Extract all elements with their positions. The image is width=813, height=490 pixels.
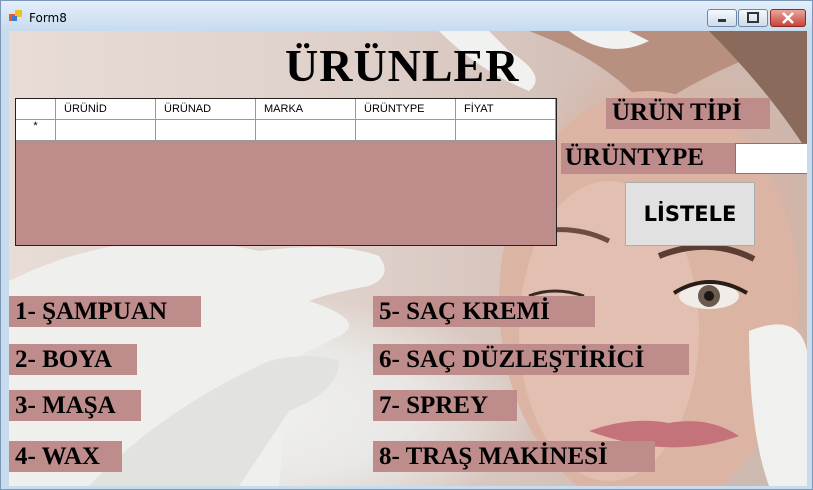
minimize-icon [718, 19, 726, 22]
category-label: 5- SAÇ KREMİ [373, 296, 595, 327]
column-header[interactable]: MARKA [256, 99, 356, 119]
close-icon [782, 12, 794, 24]
app-icon [9, 10, 22, 21]
window-title: Form8 [29, 11, 67, 25]
category-label: 8- TRAŞ MAKİNESİ [373, 441, 655, 472]
grid-new-row[interactable]: * [16, 120, 556, 141]
grid-cell[interactable] [256, 120, 356, 141]
list-button[interactable]: LİSTELE [625, 182, 755, 246]
column-header[interactable]: ÜRÜNTYPE [356, 99, 456, 119]
row-header-corner[interactable] [16, 99, 56, 119]
minimize-button[interactable] [707, 9, 737, 27]
page-title: ÜRÜNLER [285, 40, 520, 91]
product-type-input[interactable] [735, 143, 807, 174]
close-button[interactable] [770, 9, 806, 27]
product-type-heading: ÜRÜN TİPİ [606, 98, 770, 129]
category-label: 2- BOYA [9, 344, 137, 375]
category-label: 7- SPREY [373, 390, 517, 421]
grid-cell[interactable] [56, 120, 156, 141]
grid-cell[interactable] [156, 120, 256, 141]
maximize-button[interactable] [738, 9, 768, 27]
form-window: Form8 ÜRÜNLER ÜRÜNİD ÜRÜNAD MARKA ÜRÜNTY… [0, 0, 813, 490]
grid-cell[interactable] [456, 120, 556, 141]
form-client-area: ÜRÜNLER ÜRÜNİD ÜRÜNAD MARKA ÜRÜNTYPE FİY… [9, 31, 807, 486]
products-grid[interactable]: ÜRÜNİD ÜRÜNAD MARKA ÜRÜNTYPE FİYAT * [15, 98, 557, 246]
category-label: 1- ŞAMPUAN [9, 296, 201, 327]
column-header[interactable]: ÜRÜNAD [156, 99, 256, 119]
new-row-marker[interactable]: * [16, 120, 56, 141]
grid-cell[interactable] [356, 120, 456, 141]
column-header[interactable]: ÜRÜNİD [56, 99, 156, 119]
grid-header-row: ÜRÜNİD ÜRÜNAD MARKA ÜRÜNTYPE FİYAT [16, 99, 556, 120]
column-header[interactable]: FİYAT [456, 99, 556, 119]
category-label: 4- WAX [9, 441, 122, 472]
category-label: 6- SAÇ DÜZLEŞTİRİCİ [373, 344, 689, 375]
maximize-icon [747, 12, 759, 23]
product-type-label: ÜRÜNTYPE [561, 143, 735, 174]
title-bar[interactable]: Form8 [1, 1, 812, 31]
category-label: 3- MAŞA [9, 390, 141, 421]
